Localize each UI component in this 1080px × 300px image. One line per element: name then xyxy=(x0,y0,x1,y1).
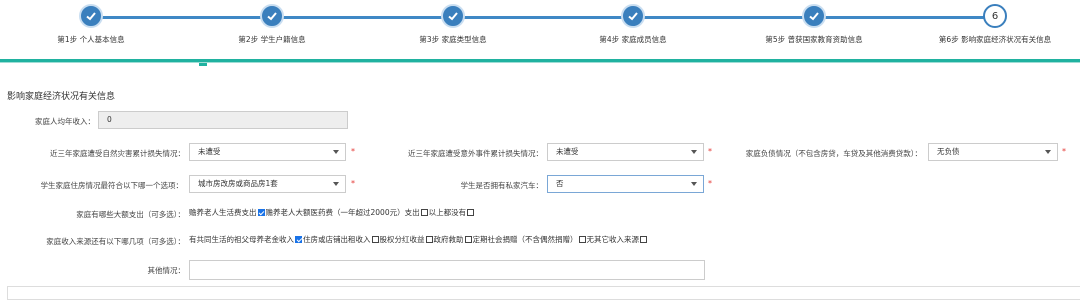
step-1-label: 第1步 个人基本信息 xyxy=(57,35,125,44)
other-input[interactable] xyxy=(189,260,705,280)
debt-select[interactable]: 无负债 xyxy=(928,143,1058,161)
section-title: 影响家庭经济状况有关信息 xyxy=(7,92,116,102)
step-6-number: 6 xyxy=(983,4,1007,28)
checkbox[interactable] xyxy=(467,209,475,216)
checkbox[interactable] xyxy=(295,236,302,243)
chevron-down-icon xyxy=(1045,150,1051,154)
step-3-check-icon xyxy=(441,4,465,28)
required-mark: * xyxy=(708,179,712,188)
housing-label: 学生家庭住房情况最符合以下哪一个选项： xyxy=(40,181,184,190)
chevron-down-icon xyxy=(691,150,697,154)
step-4-label: 第4步 家庭成员信息 xyxy=(599,35,667,44)
chevron-down-icon xyxy=(333,150,339,154)
step-6-label: 第6步 影响家庭经济状况有关信息 xyxy=(938,35,1052,44)
disaster-label: 近三年家庭遭受自然灾害累计损失情况： xyxy=(50,149,185,158)
step-4-check-icon xyxy=(621,4,645,28)
required-mark: * xyxy=(708,147,712,156)
progress-stepper: 第1步 个人基本信息 第2步 学生户籍信息 第3步 家庭类型信息 第4步 家庭成… xyxy=(0,0,1080,62)
option-label: 赡养老人大额医药费（一年超过2000元）支出 xyxy=(265,208,420,217)
step-5-check-icon xyxy=(802,4,826,28)
accident-label: 近三年家庭遭受意外事件累计损失情况： xyxy=(408,149,543,158)
income-option-rent[interactable]: 住房或店铺出租收入 xyxy=(303,234,380,245)
income-option-gov-aid[interactable]: 政府救助 xyxy=(434,234,473,245)
option-label: 股权分红收益 xyxy=(379,235,425,244)
divider-notch xyxy=(199,63,207,66)
step-2-check-icon xyxy=(260,4,284,28)
income-field[interactable]: 0 xyxy=(98,111,348,129)
step-1[interactable]: 第1步 个人基本信息 xyxy=(11,4,171,45)
step-5-label: 第5步 曾获国家教育资助信息 xyxy=(765,35,863,44)
income-sources-label: 家庭收入来源还有以下哪几项（可多选）： xyxy=(46,237,185,246)
option-label: 有共同生活的祖父母养老金收入 xyxy=(189,235,294,244)
accident-select-value: 未遭受 xyxy=(556,147,579,156)
debt-label: 家庭负债情况（不包含房贷，车贷及其他消费贷款）： xyxy=(745,149,922,158)
income-option-none[interactable]: 无其它收入来源 xyxy=(587,234,649,245)
income-option-dividend[interactable]: 股权分红收益 xyxy=(380,234,434,245)
checkbox[interactable] xyxy=(640,236,647,243)
checkbox[interactable] xyxy=(420,209,428,216)
option-label: 以上都没有 xyxy=(428,208,467,217)
expense-option-elder-living[interactable]: 赡养老人生活费支出 xyxy=(189,207,266,218)
income-sources-options: 有共同生活的祖父母养老金收入 住房或店铺出租收入 股权分红收益 政府救助 定期社… xyxy=(189,234,648,245)
disaster-select-value: 未遭受 xyxy=(198,147,221,156)
step-3[interactable]: 第3步 家庭类型信息 xyxy=(373,4,533,45)
step-1-check-icon xyxy=(79,4,103,28)
chevron-down-icon xyxy=(691,182,697,186)
required-mark: * xyxy=(351,147,355,156)
option-label: 无其它收入来源 xyxy=(586,235,640,244)
step-2[interactable]: 第2步 学生户籍信息 xyxy=(192,4,352,45)
housing-select-value: 城市房改房或商品房1套 xyxy=(198,179,278,188)
checkbox[interactable] xyxy=(464,236,472,243)
step-6[interactable]: 6 第6步 影响家庭经济状况有关信息 xyxy=(915,4,1075,45)
option-label: 赡养老人生活费支出 xyxy=(189,208,257,217)
income-option-donation[interactable]: 定期社会捐赠（不含偶然捐赠） xyxy=(473,234,587,245)
expense-option-elder-medical[interactable]: 赡养老人大额医药费（一年超过2000元）支出 xyxy=(266,207,429,218)
checkbox[interactable] xyxy=(257,209,265,216)
expense-option-none[interactable]: 以上都没有 xyxy=(429,207,476,218)
chevron-down-icon xyxy=(333,182,339,186)
required-mark: * xyxy=(351,179,355,188)
step-3-label: 第3步 家庭类型信息 xyxy=(419,35,487,44)
option-label: 定期社会捐赠（不含偶然捐赠） xyxy=(472,235,578,244)
bottom-panel-edge xyxy=(7,286,1080,300)
required-mark: * xyxy=(1062,147,1066,156)
section-divider-shadow xyxy=(0,62,1080,63)
step-4[interactable]: 第4步 家庭成员信息 xyxy=(553,4,713,45)
car-select[interactable]: 否 xyxy=(547,175,704,193)
disaster-select[interactable]: 未遭受 xyxy=(189,143,346,161)
debt-select-value: 无负债 xyxy=(937,147,960,156)
income-option-pension[interactable]: 有共同生活的祖父母养老金收入 xyxy=(189,234,303,245)
expenses-label: 家庭有哪些大额支出（可多选）： xyxy=(76,210,185,219)
car-label: 学生是否拥有私家汽车： xyxy=(460,181,544,190)
checkbox[interactable] xyxy=(425,236,433,243)
step-5[interactable]: 第5步 曾获国家教育资助信息 xyxy=(734,4,894,45)
checkbox[interactable] xyxy=(371,236,379,243)
step-2-label: 第2步 学生户籍信息 xyxy=(238,35,306,44)
other-label: 其他情况： xyxy=(147,266,186,275)
expenses-options: 赡养老人生活费支出 赡养老人大额医药费（一年超过2000元）支出 以上都没有 xyxy=(189,207,475,218)
checkbox[interactable] xyxy=(578,236,586,243)
accident-select[interactable]: 未遭受 xyxy=(547,143,704,161)
car-select-value: 否 xyxy=(556,179,564,188)
option-label: 住房或店铺出租收入 xyxy=(303,235,371,244)
income-label: 家庭人均年收入： xyxy=(35,117,95,126)
option-label: 政府救助 xyxy=(433,235,464,244)
housing-select[interactable]: 城市房改房或商品房1套 xyxy=(189,175,346,193)
